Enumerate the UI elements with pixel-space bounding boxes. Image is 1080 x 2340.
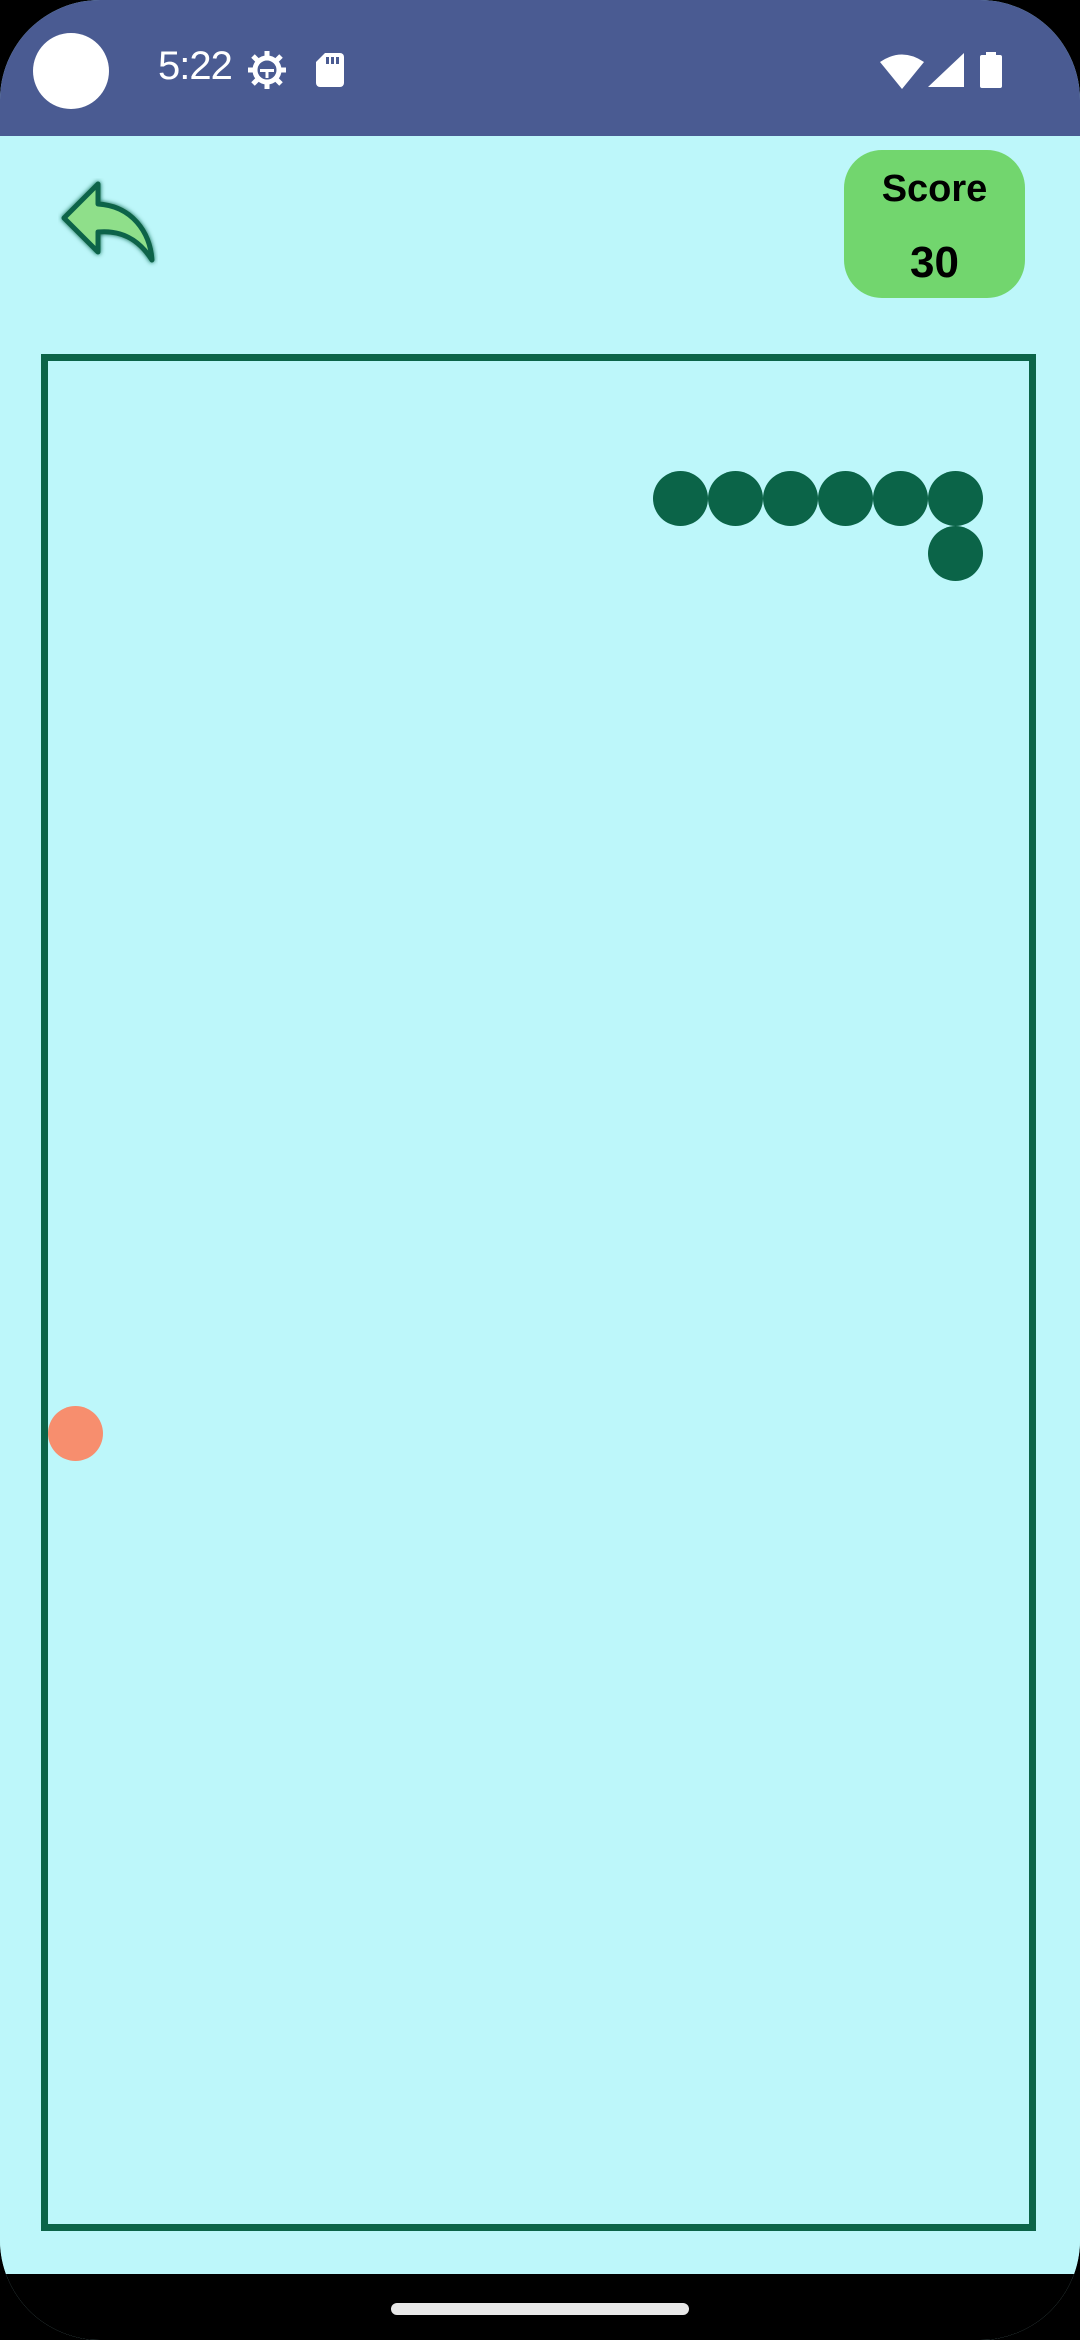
game-board[interactable] — [41, 354, 1036, 2231]
back-arrow-icon — [61, 181, 155, 263]
score-panel: Score 30 — [844, 150, 1025, 298]
snake-segment — [763, 471, 818, 526]
cellular-signal-icon — [928, 53, 964, 87]
score-value: 30 — [910, 238, 959, 287]
snake-segment — [818, 471, 873, 526]
snake-head-segment — [928, 526, 983, 581]
snake-segment — [873, 471, 928, 526]
home-gesture-handle[interactable] — [391, 2303, 689, 2315]
snake-segment — [928, 471, 983, 526]
wifi-icon — [880, 54, 924, 89]
camera-cutout — [33, 33, 109, 109]
sd-card-icon — [316, 53, 344, 87]
snake-segment — [708, 471, 763, 526]
battery-icon — [980, 52, 1002, 88]
status-time: 5:22 — [158, 44, 233, 88]
back-button[interactable] — [58, 178, 158, 268]
navigation-bar — [0, 2274, 1080, 2340]
snake-tail-segment — [653, 471, 708, 526]
status-bar: 5:22 — [0, 0, 1080, 136]
phone-screen: 5:22 Score 30 — [0, 0, 1080, 2340]
settings-gear-icon — [248, 51, 286, 89]
score-label: Score — [881, 168, 988, 210]
game-board-canvas — [48, 471, 983, 1461]
food-pellet — [48, 1406, 103, 1461]
